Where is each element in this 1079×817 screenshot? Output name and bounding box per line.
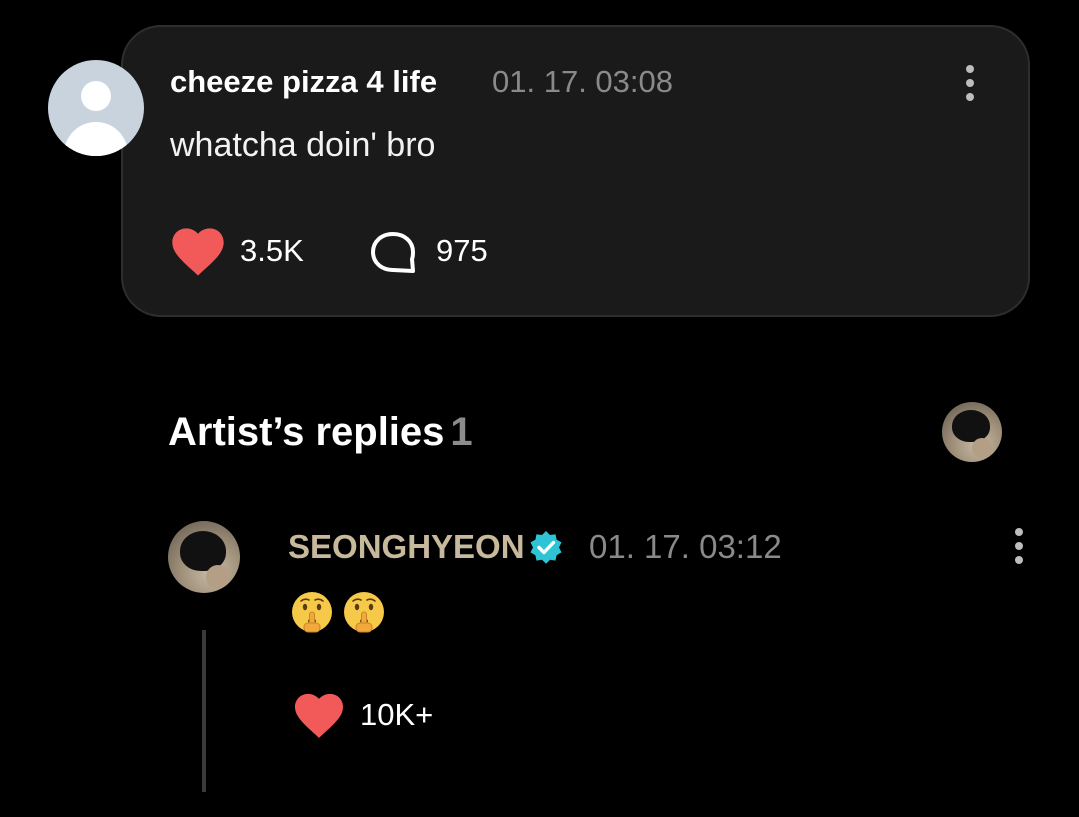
reply-heart-icon[interactable] [292,691,346,739]
verified-badge-icon [530,531,562,564]
avatar-head-shape [81,81,111,111]
shushing-face-emoji-icon [344,592,384,633]
user-avatar[interactable] [48,60,144,156]
artist-avatar[interactable] [168,521,240,593]
shushing-face-emoji-icon [292,592,332,633]
artist-replies-count: 1 [450,410,473,454]
comment-heart-icon[interactable] [170,225,226,277]
artist-replies-label: Artist’s replies [168,410,445,454]
comment-timestamp: 01. 17. 03:08 [492,64,673,99]
reply-like-count: 10K+ [360,697,434,732]
reply-more-icon[interactable] [1014,528,1024,568]
comment-more-icon[interactable] [965,65,975,105]
reply-timestamp: 01. 17. 03:12 [589,528,782,565]
comment-username[interactable]: cheeze pizza 4 life [170,64,437,100]
artist-username[interactable]: SEONGHYEON [288,528,525,566]
comment-like-count: 3.5K [240,233,304,268]
artist-replies-title: Artist’s replies 1 [168,410,473,455]
comment-text: whatcha doin' bro [170,126,436,164]
avatar-shoulders-shape [64,122,128,156]
comment-reply-count: 975 [436,233,488,268]
reply-bubble-icon[interactable] [369,231,417,275]
thread-line [202,630,206,792]
artist-header-avatar[interactable] [942,402,1002,462]
